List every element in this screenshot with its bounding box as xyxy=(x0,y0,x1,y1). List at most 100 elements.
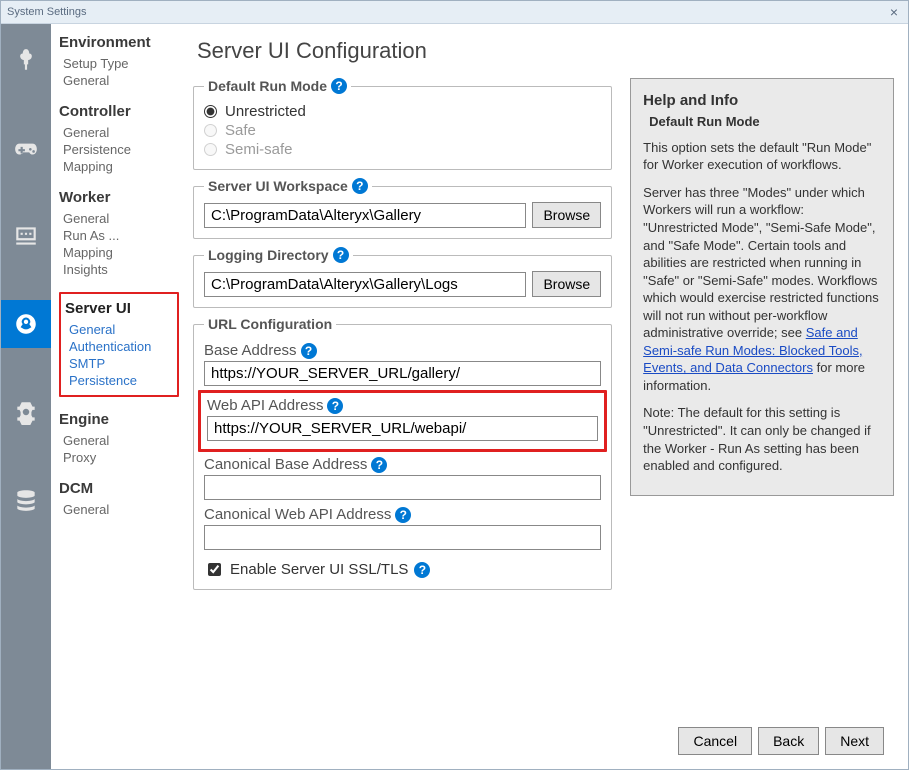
nav-header[interactable]: DCM xyxy=(59,480,179,497)
titlebar: System Settings × xyxy=(1,1,908,24)
ssl-checkbox-row[interactable]: Enable Server UI SSL/TLS ? xyxy=(204,560,601,579)
nav-header[interactable]: Controller xyxy=(59,103,179,120)
base-address-input[interactable] xyxy=(204,361,601,386)
radio-input xyxy=(204,124,217,137)
icon-strip xyxy=(1,24,51,769)
url-fieldset: URL Configuration Base Address ? Web API… xyxy=(193,316,612,590)
radio-label: Semi-safe xyxy=(225,141,293,158)
webapi-input[interactable] xyxy=(207,416,598,441)
webapi-label: Web API Address ? xyxy=(207,397,598,414)
dcm-icon[interactable] xyxy=(1,476,51,524)
nav-section-engine: Engine General Proxy xyxy=(59,411,179,466)
nav-item[interactable]: Insights xyxy=(59,261,179,278)
webapi-highlight: Web API Address ? xyxy=(198,390,607,452)
radio-label: Unrestricted xyxy=(225,103,306,120)
nav-item[interactable]: Mapping xyxy=(59,158,179,175)
nav-header[interactable]: Engine xyxy=(59,411,179,428)
window-title: System Settings xyxy=(7,6,886,18)
logging-fieldset: Logging Directory ? Browse xyxy=(193,247,612,308)
legend-text: URL Configuration xyxy=(208,316,332,332)
radio-input[interactable] xyxy=(204,105,217,118)
help-p3: Note: The default for this setting is "U… xyxy=(643,404,881,474)
workspace-legend: Server UI Workspace ? xyxy=(204,178,372,194)
nav-item[interactable]: General xyxy=(59,72,179,89)
nav-header[interactable]: Environment xyxy=(59,34,179,51)
footer: Cancel Back Next xyxy=(193,721,894,761)
nav-section-environment: Environment Setup Type General xyxy=(59,34,179,89)
browse-button[interactable]: Browse xyxy=(532,271,601,297)
canon-base-label: Canonical Base Address ? xyxy=(204,456,601,473)
help-title: Help and Info xyxy=(643,91,881,111)
nav-item[interactable]: Proxy xyxy=(59,449,179,466)
legend-text: Logging Directory xyxy=(208,247,329,263)
help-icon[interactable]: ? xyxy=(327,398,343,414)
help-icon[interactable]: ? xyxy=(352,178,368,194)
nav-item[interactable]: Authentication xyxy=(65,338,173,355)
controller-icon[interactable] xyxy=(1,124,51,172)
nav-item[interactable]: General xyxy=(59,124,179,141)
nav-section-controller: Controller General Persistence Mapping xyxy=(59,103,179,175)
engine-icon[interactable] xyxy=(1,388,51,436)
help-icon[interactable]: ? xyxy=(333,247,349,263)
radio-safe: Safe xyxy=(204,121,601,140)
base-address-label: Base Address ? xyxy=(204,342,601,359)
canon-webapi-label: Canonical Web API Address ? xyxy=(204,506,601,523)
help-icon[interactable]: ? xyxy=(371,457,387,473)
url-legend: URL Configuration xyxy=(204,316,336,332)
worker-icon[interactable] xyxy=(1,212,51,260)
nav-section-serverui: Server UI General Authentication SMTP Pe… xyxy=(59,292,179,397)
help-icon[interactable]: ? xyxy=(331,78,347,94)
nav-item[interactable]: Persistence xyxy=(65,372,173,389)
nav-item[interactable]: General xyxy=(65,321,173,338)
environment-icon[interactable] xyxy=(1,36,51,84)
logging-input[interactable] xyxy=(204,272,526,297)
help-icon[interactable]: ? xyxy=(301,343,317,359)
nav-section-worker: Worker General Run As ... Mapping Insigh… xyxy=(59,189,179,278)
serverui-icon[interactable] xyxy=(1,300,51,348)
cancel-button[interactable]: Cancel xyxy=(678,727,752,755)
ssl-checkbox[interactable] xyxy=(208,563,221,576)
radio-input xyxy=(204,143,217,156)
nav-item[interactable]: General xyxy=(59,501,179,518)
system-settings-window: System Settings × xyxy=(0,0,909,770)
page-title: Server UI Configuration xyxy=(197,38,894,64)
nav-header[interactable]: Worker xyxy=(59,189,179,206)
run-mode-fieldset: Default Run Mode ? Unrestricted Safe xyxy=(193,78,612,170)
nav-item[interactable]: SMTP xyxy=(65,355,173,372)
logging-legend: Logging Directory ? xyxy=(204,247,353,263)
nav-section-dcm: DCM General xyxy=(59,480,179,518)
nav-header[interactable]: Server UI xyxy=(65,300,173,317)
nav-item[interactable]: Run As ... xyxy=(59,227,179,244)
help-panel: Help and Info Default Run Mode This opti… xyxy=(630,78,894,496)
content-row: Default Run Mode ? Unrestricted Safe xyxy=(193,78,894,713)
help-icon[interactable]: ? xyxy=(414,562,430,578)
close-icon[interactable]: × xyxy=(886,4,902,20)
help-icon[interactable]: ? xyxy=(395,507,411,523)
back-button[interactable]: Back xyxy=(758,727,819,755)
canon-webapi-input[interactable] xyxy=(204,525,601,550)
next-button[interactable]: Next xyxy=(825,727,884,755)
workspace-input[interactable] xyxy=(204,203,526,228)
workspace-fieldset: Server UI Workspace ? Browse xyxy=(193,178,612,239)
ssl-label: Enable Server UI SSL/TLS xyxy=(230,561,408,578)
nav-list: Environment Setup Type General Controlle… xyxy=(51,24,185,769)
main: Server UI Configuration Default Run Mode… xyxy=(185,24,908,769)
body: Environment Setup Type General Controlle… xyxy=(1,24,908,769)
browse-button[interactable]: Browse xyxy=(532,202,601,228)
nav-item[interactable]: General xyxy=(59,210,179,227)
form-column: Default Run Mode ? Unrestricted Safe xyxy=(193,78,612,713)
help-subtitle: Default Run Mode xyxy=(649,113,881,131)
nav-item[interactable]: Mapping xyxy=(59,244,179,261)
canon-base-input[interactable] xyxy=(204,475,601,500)
nav-item[interactable]: Persistence xyxy=(59,141,179,158)
nav-item[interactable]: General xyxy=(59,432,179,449)
radio-label: Safe xyxy=(225,122,256,139)
help-p2: Server has three "Modes" under which Wor… xyxy=(643,184,881,395)
help-p1: This option sets the default "Run Mode" … xyxy=(643,139,881,174)
run-mode-legend: Default Run Mode ? xyxy=(204,78,351,94)
legend-text: Default Run Mode xyxy=(208,78,327,94)
radio-semisafe: Semi-safe xyxy=(204,140,601,159)
nav-item[interactable]: Setup Type xyxy=(59,55,179,72)
radio-unrestricted[interactable]: Unrestricted xyxy=(204,102,601,121)
legend-text: Server UI Workspace xyxy=(208,178,348,194)
